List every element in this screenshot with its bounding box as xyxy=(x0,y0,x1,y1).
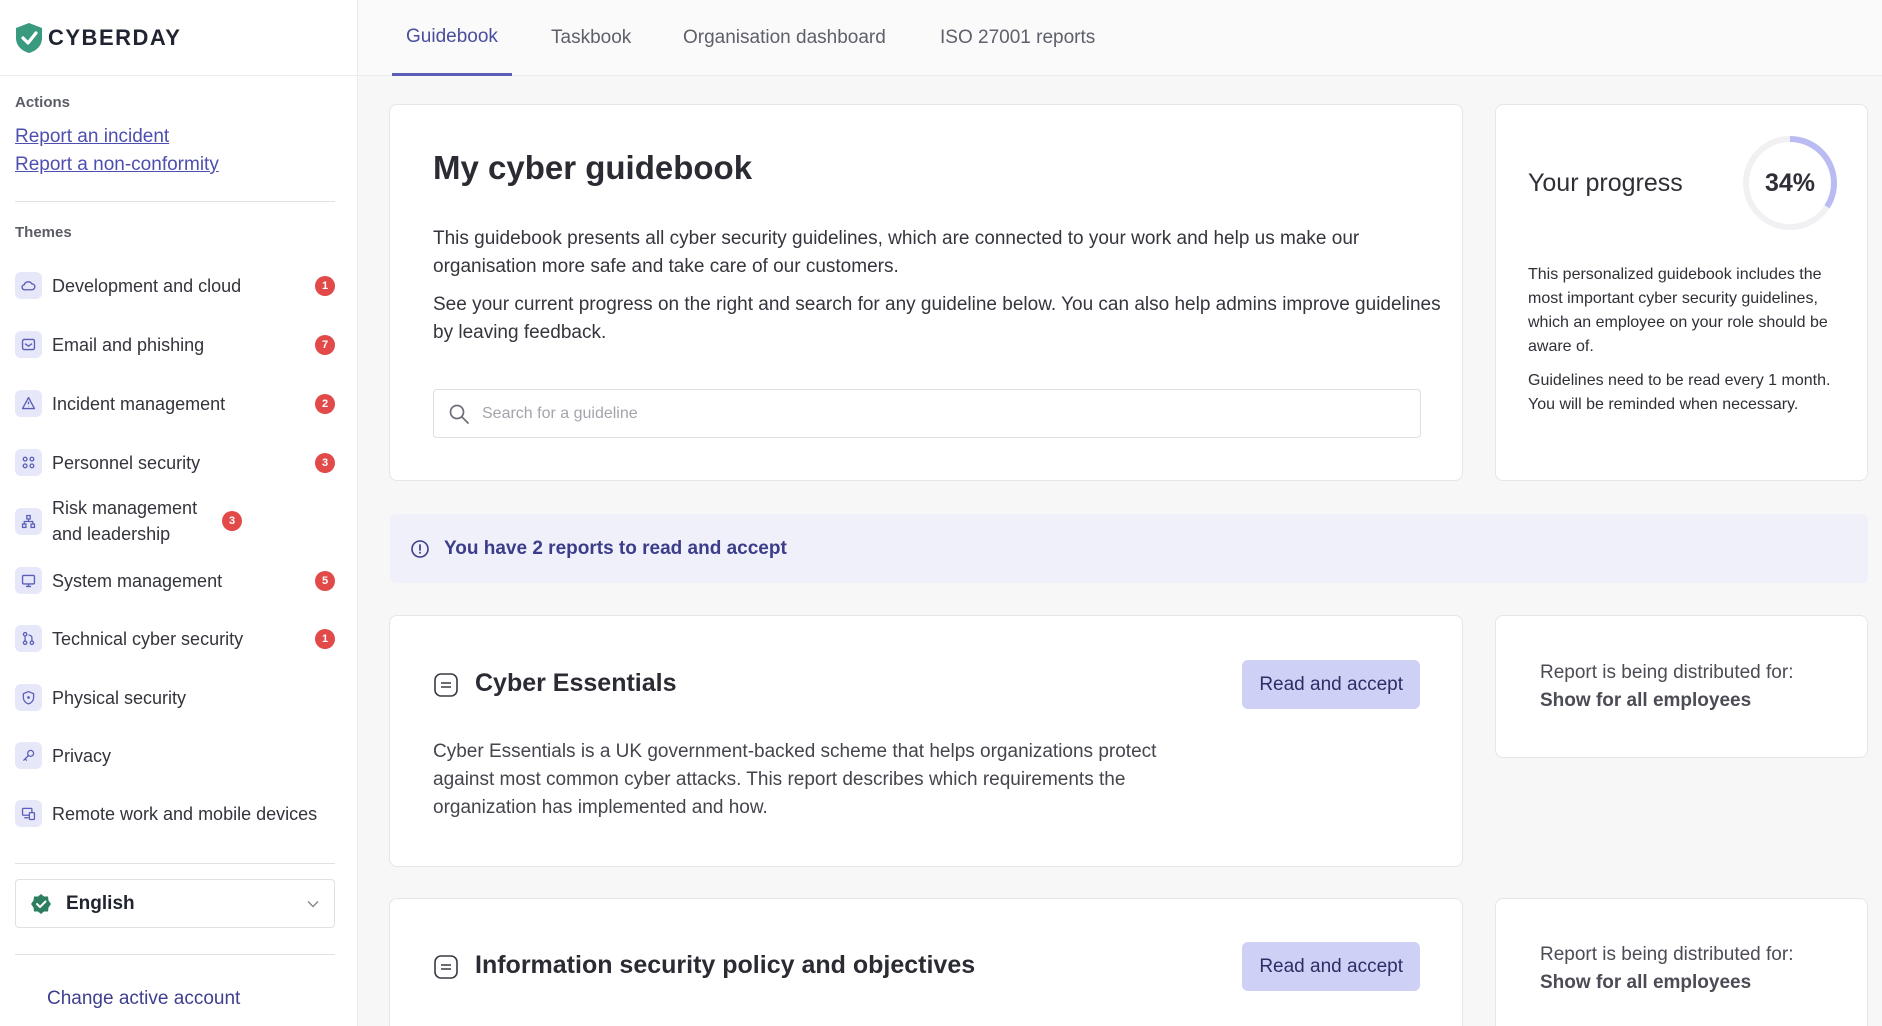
actions-heading: Actions xyxy=(15,94,71,111)
count-badge: 7 xyxy=(315,334,335,355)
people-icon xyxy=(15,449,42,476)
theme-item-physical-security[interactable]: Physical security xyxy=(15,684,335,711)
theme-item-personnel-security[interactable]: Personnel security 3 xyxy=(15,449,335,476)
distribution-value: Show for all employees xyxy=(1540,972,1752,993)
theme-label: Development and cloud xyxy=(52,275,242,296)
guidebook-card: My cyber guidebook This guidebook presen… xyxy=(389,104,1463,481)
read-and-accept-button[interactable]: Read and accept xyxy=(1242,660,1420,709)
language-value: English xyxy=(66,892,135,914)
tab-organisation-dashboard[interactable]: Organisation dashboard xyxy=(683,0,886,76)
search-box[interactable] xyxy=(433,389,1421,438)
reports-notice: You have 2 reports to read and accept xyxy=(390,514,1868,583)
git-icon xyxy=(15,625,42,652)
verified-check-icon xyxy=(31,893,51,914)
progress-card: Your progress 34% This personalized guid… xyxy=(1495,104,1868,481)
progress-description: This personalized guidebook includes the… xyxy=(1528,266,1828,355)
logo[interactable]: CYBERDAY xyxy=(0,0,357,76)
tab-iso-27001-reports[interactable]: ISO 27001 reports xyxy=(940,0,1095,76)
tab-taskbook[interactable]: Taskbook xyxy=(551,0,631,76)
change-account-link[interactable]: Change active account xyxy=(47,988,240,1010)
report-card-cyber-essentials: Cyber Essentials Read and accept Cyber E… xyxy=(389,615,1463,867)
search-input[interactable] xyxy=(482,404,1382,423)
count-badge: 1 xyxy=(315,275,335,296)
hierarchy-icon xyxy=(15,507,42,535)
cloud-icon xyxy=(15,272,42,299)
theme-item-incident-management[interactable]: Incident management 2 xyxy=(15,390,335,417)
page-title: My cyber guidebook xyxy=(433,149,753,186)
theme-item-privacy[interactable]: Privacy xyxy=(15,742,335,769)
mail-icon xyxy=(15,331,42,358)
report-description: Cyber Essentials is a UK government-back… xyxy=(433,741,1157,818)
progress-percent: 34% xyxy=(1764,168,1816,197)
report-card-information-security-policy: Information security policy and objectiv… xyxy=(389,898,1463,1026)
monitor-icon xyxy=(15,567,42,594)
divider xyxy=(15,201,335,202)
progress-title: Your progress xyxy=(1528,169,1683,197)
brand-name: CYBERDAY xyxy=(48,24,182,50)
language-select[interactable]: English xyxy=(15,879,335,928)
report-title: Information security policy and objectiv… xyxy=(475,951,976,979)
sidebar: CYBERDAY Actions Report an incident Repo… xyxy=(0,0,358,1026)
warning-icon xyxy=(15,390,42,417)
theme-label: Email and phishing xyxy=(52,334,205,355)
theme-label: Privacy xyxy=(52,745,112,766)
theme-item-technical-cyber-security[interactable]: Technical cyber security 1 xyxy=(15,625,335,652)
count-badge: 3 xyxy=(315,452,335,473)
count-badge: 1 xyxy=(315,628,335,649)
divider xyxy=(15,863,335,864)
theme-label: Remote work and mobile devices xyxy=(52,803,318,824)
chevron-down-icon xyxy=(307,900,319,908)
report-nonconformity-link[interactable]: Report a non-conformity xyxy=(15,154,219,176)
count-badge: 5 xyxy=(315,570,335,591)
distribution-value: Show for all employees xyxy=(1540,690,1752,711)
themes-heading: Themes xyxy=(15,224,72,241)
theme-item-development-and-cloud[interactable]: Development and cloud 1 xyxy=(15,272,335,299)
theme-item-system-management[interactable]: System management 5 xyxy=(15,567,335,594)
tab-guidebook[interactable]: Guidebook xyxy=(392,0,512,76)
report-distribution-card: Report is being distributed for: Show fo… xyxy=(1495,615,1868,758)
info-icon xyxy=(411,539,429,558)
theme-label: System management xyxy=(52,570,223,591)
notice-text: You have 2 reports to read and accept xyxy=(444,537,787,559)
search-icon xyxy=(449,404,469,424)
shield-icon xyxy=(15,684,42,711)
report-incident-link[interactable]: Report an incident xyxy=(15,126,169,148)
divider xyxy=(15,954,335,955)
theme-label: Physical security xyxy=(52,687,187,708)
key-icon xyxy=(15,742,42,769)
theme-item-remote-work[interactable]: Remote work and mobile devices xyxy=(15,800,335,827)
theme-item-risk-management[interactable]: Risk management and leadership 3 xyxy=(15,495,335,547)
report-title: Cyber Essentials xyxy=(475,669,677,697)
theme-label: Personnel security xyxy=(52,452,201,473)
devices-icon xyxy=(15,800,42,827)
document-icon xyxy=(434,955,458,979)
report-distribution-card: Report is being distributed for: Show fo… xyxy=(1495,898,1868,1026)
document-icon xyxy=(434,673,458,697)
cyberday-logo-icon xyxy=(16,22,42,53)
distribution-label: Report is being distributed for: xyxy=(1540,662,1794,683)
theme-label: Incident management xyxy=(52,393,226,414)
theme-item-email-and-phishing[interactable]: Email and phishing 7 xyxy=(15,331,335,358)
read-and-accept-button[interactable]: Read and accept xyxy=(1242,942,1420,991)
progress-reminder: Guidelines need to be read every 1 month… xyxy=(1528,372,1831,413)
guidebook-hint: See your current progress on the right a… xyxy=(433,294,1441,343)
count-badge: 3 xyxy=(222,511,242,531)
top-nav: Guidebook Taskbook Organisation dashboar… xyxy=(358,0,1882,76)
distribution-label: Report is being distributed for: xyxy=(1540,944,1794,965)
count-badge: 2 xyxy=(315,393,335,414)
theme-label: Technical cyber security xyxy=(52,628,244,649)
theme-label: Risk management and leadership xyxy=(52,498,198,544)
guidebook-intro: This guidebook presents all cyber securi… xyxy=(433,228,1360,277)
